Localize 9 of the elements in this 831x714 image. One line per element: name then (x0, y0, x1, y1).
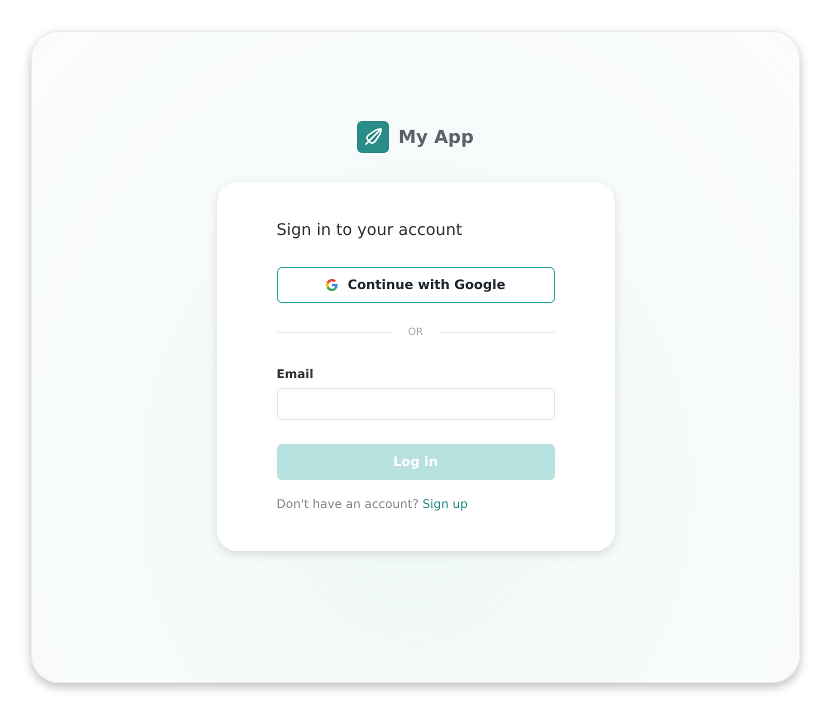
google-icon (326, 279, 338, 291)
google-button[interactable]: Continue with Google (276, 267, 554, 303)
signup-link[interactable]: Sign up (422, 497, 468, 511)
field-label: Email (276, 367, 314, 381)
signup-prompt: Don't have an account? Sign up (276, 497, 468, 511)
divider-label: OR (408, 327, 423, 338)
card-title: Sign in to your account (276, 219, 462, 241)
email-field[interactable] (276, 388, 554, 420)
app-name: My App (398, 126, 474, 148)
